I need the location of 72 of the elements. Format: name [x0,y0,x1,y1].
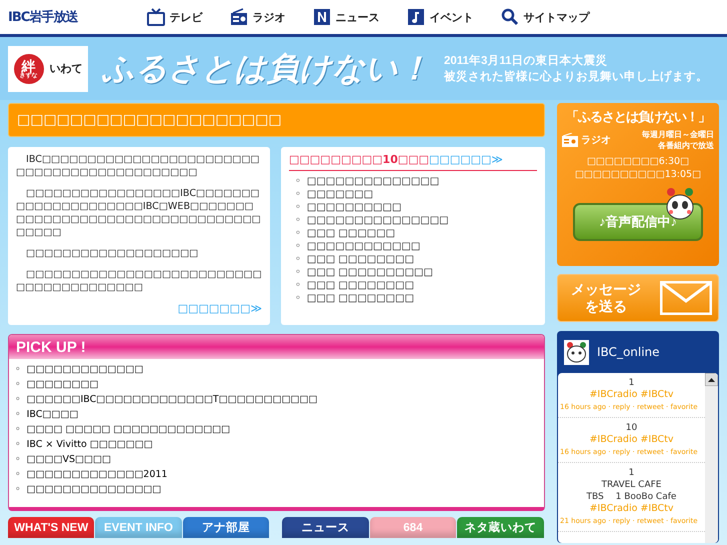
ranking-item[interactable]: □□□ □□□□□□□□□□ [306,266,433,279]
bullet: ◦ [15,423,21,437]
bullet: ◦ [295,279,301,292]
notice-text: □□□□□□□□□□□□□□□□□□□□□□□□□□□□□□□□□□□□□□□□ [16,268,262,294]
tweet-text: 1 [628,467,636,479]
account-name[interactable]: IBC_online [597,345,660,359]
bullet: ◦ [295,253,301,266]
bullet: ◦ [15,393,21,407]
badge-label: いわて [50,62,82,76]
ranking-item[interactable]: □□□□□□□□□□□□□□ [306,175,440,188]
ranking-item[interactable]: □□□ □□□□□□ [306,227,396,240]
tab[interactable]: ネタ蔵いわて [457,517,544,538]
bullet: ◦ [295,188,301,201]
radio-label: ラジオ [581,134,611,147]
tab[interactable]: WHAT'S NEW [8,517,94,538]
pickup-item[interactable]: □□□□□□□□□□□□□ [26,363,144,378]
pickup-item[interactable]: □□□□□□□□□□□□□2011 [26,468,168,483]
tweet-text: 10 [624,422,638,434]
pickup-header: PICK UP ! [9,335,544,359]
bullet: ◦ [295,201,301,214]
bullet: ◦ [15,378,21,392]
bullet: ◦ [15,363,21,377]
tweet-text: TRAVEL CAFE [600,479,662,491]
tab[interactable]: ニュース [282,517,369,538]
pickup-item[interactable]: IBC□□□□ [26,408,78,423]
ranking-item[interactable]: □□□□□□□ [306,188,374,201]
pickup-item[interactable]: IBC × Vivitto □□□□□□□ [26,438,153,453]
bullet: ◦ [295,266,301,279]
tab[interactable]: アナ部屋 [182,517,269,538]
notice-text: □□□□□□□□□□□□□□□□□IBC□□□□□□□□□□□□□□□□□□□□□IBC□WEB□□□□□□□□□□□□□□□□□□□□□□□□□□□□□□□□□□□□□□□ [16,187,262,239]
ranking-item[interactable]: □□□ □□□□□□□□ [306,253,414,266]
badge-mark: 絆 [22,58,36,72]
bullet: ◦ [295,240,301,253]
bullet: ◦ [295,214,301,227]
pickup-item[interactable]: □□□□□□□□ [26,378,98,393]
pickup-item[interactable]: □□□□□□□□□□□□□□□ [26,483,162,498]
bullet: ◦ [15,483,21,497]
nav-link[interactable]: サイトマップ [501,8,590,26]
notice-text: IBC□□□□□□□□□□□□□□□□□□□□□□□□□□□□□□□□□□□□□□□□□□□□ [16,153,260,179]
ranking-item[interactable]: □□□□□□□□□□□□□□□ [306,214,449,227]
tweet-text: 1 [628,377,636,389]
banner-message: 被災された皆様に心よりお見舞い申し上げます。 [444,69,708,84]
schedule-text: 各番組内で放送 [658,140,714,151]
broadcast-time: □□□□□□□□□□13:05□ [574,168,702,181]
banner-slogan: ふるさとは負けない！ [102,48,430,88]
bullet: ◦ [15,408,21,422]
schedule-text: 毎週月曜日～金曜日 [642,129,714,140]
nav-link[interactable]: ラジオ [230,8,286,26]
broadcast-time: □□□□□□□□6:30□ [586,155,690,168]
ranking-item[interactable]: □□□□□□□□□□ [306,201,402,214]
bullet: ◦ [15,453,21,467]
bullet: ◦ [15,438,21,452]
banner-message: 2011年3月11日の東日本大震災 [444,53,609,68]
tweet-text: TBS 1 BooBo Cafe [586,491,678,503]
nav-link[interactable]: イベント [407,8,474,26]
ranking-item[interactable]: □□□ □□□□□□□□ [306,279,414,292]
bullet: ◦ [295,292,301,305]
bullet: ◦ [295,175,301,188]
pickup-item[interactable]: □□□□ □□□□□ □□□□□□□□□□□□□ [26,423,230,438]
section-title-bar: □□□□□□□□□□□□□□□□□□□□ [8,103,545,137]
ranking-item[interactable]: □□□ □□□□□□□□ [306,292,414,305]
ranking-item[interactable]: □□□□□□□□□□□□ [306,240,420,253]
bullet: ◦ [295,227,301,240]
nav-link[interactable]: テレビ [147,8,202,26]
bullet: ◦ [15,468,21,482]
pickup-item[interactable]: □□□□□□IBC□□□□□□□□□□□□□T□□□□□□□□□□□ [26,393,318,408]
notice-text: □□□□□□□□□□□□□□□□□□□ [25,247,200,260]
pickup-item[interactable]: □□□□VS□□□□ [26,453,111,468]
promo-title: 「ふるさとは負けない！」 [566,108,710,126]
nav-link[interactable]: ニュース [313,8,380,26]
site-logo[interactable]: IBC岩手放送 [8,8,78,26]
ranking-heading: □□□□□□□□□10□□□ [289,153,430,166]
